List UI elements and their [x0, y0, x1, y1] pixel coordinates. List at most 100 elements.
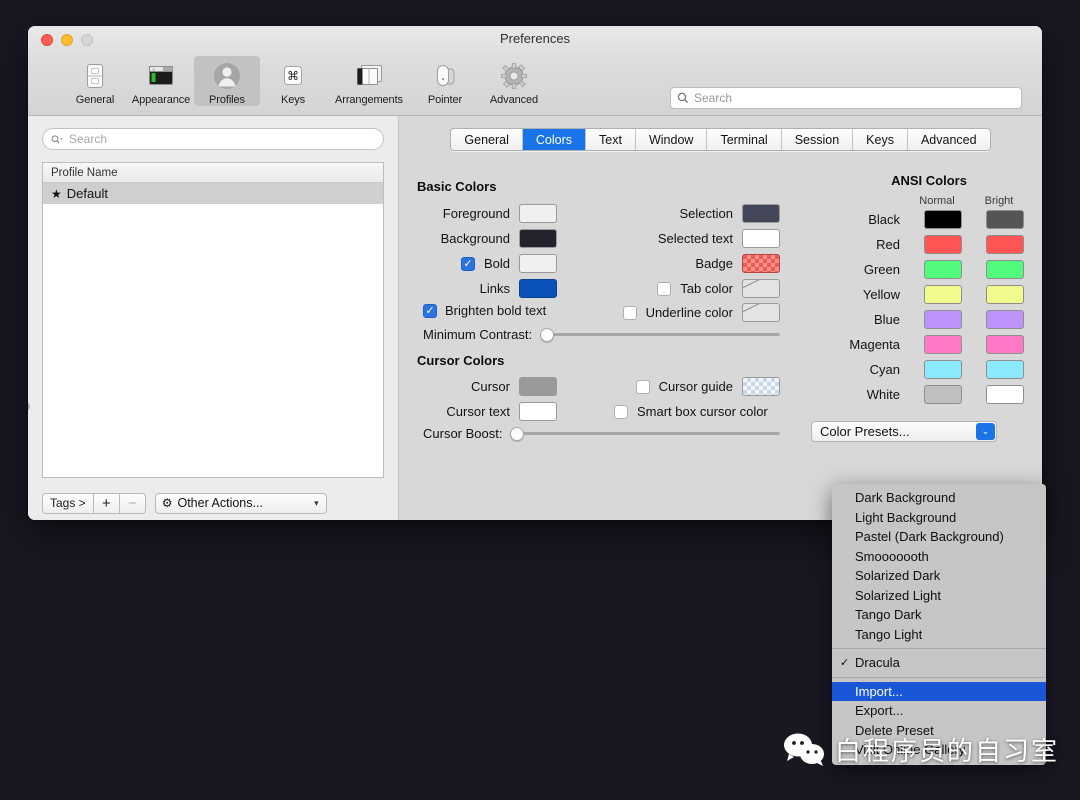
tab-text[interactable]: Text: [586, 129, 636, 150]
tab-color-checkbox[interactable]: [657, 281, 672, 296]
minimum-contrast-slider[interactable]: [540, 327, 780, 342]
slider-knob[interactable]: [540, 327, 555, 342]
selected-text-color-swatch[interactable]: [742, 229, 780, 248]
ansi-red-bright-swatch[interactable]: [986, 235, 1024, 254]
cursor-guide-label: Cursor guide: [658, 379, 733, 394]
menu-item-visit-online-gallery[interactable]: Visit Online Gallery: [832, 740, 1046, 760]
foreground-color-swatch[interactable]: [519, 204, 557, 223]
menu-item-pastel-dark-background[interactable]: Pastel (Dark Background): [832, 527, 1046, 547]
bold-checkbox[interactable]: [460, 256, 475, 271]
chevron-down-icon[interactable]: ⌄: [976, 423, 995, 440]
brighten-bold-text-checkbox[interactable]: [423, 303, 437, 318]
menu-item-tango-dark[interactable]: Tango Dark: [832, 605, 1046, 625]
toolbar-search-field[interactable]: Search: [670, 87, 1022, 109]
tab-keys[interactable]: Keys: [853, 129, 908, 150]
menu-item-dark-background[interactable]: Dark Background: [832, 488, 1046, 508]
smart-box-cursor-label: Smart box cursor color: [637, 404, 768, 419]
ansi-yellow-normal-swatch[interactable]: [924, 285, 962, 304]
ansi-red-normal-swatch[interactable]: [924, 235, 962, 254]
toolbar-item-profiles[interactable]: Profiles: [194, 56, 260, 106]
cursor-text-color-swatch[interactable]: [519, 402, 557, 421]
selection-color-swatch[interactable]: [742, 204, 780, 223]
slider-knob[interactable]: [510, 426, 525, 441]
ansi-black-bright-swatch[interactable]: [986, 210, 1024, 229]
ansi-row-blue: Blue: [834, 307, 1024, 332]
sidebar-splitter-handle[interactable]: [28, 402, 30, 411]
toolbar-item-advanced[interactable]: Advanced: [478, 56, 550, 106]
background-color-swatch[interactable]: [519, 229, 557, 248]
underline-color-swatch[interactable]: [742, 303, 780, 322]
ansi-white-normal-swatch[interactable]: [924, 385, 962, 404]
ansi-white-bright-swatch[interactable]: [986, 385, 1024, 404]
pointer-icon: [428, 59, 462, 93]
toolbar-label: Advanced: [489, 94, 539, 106]
toolbar-label: Keys: [280, 94, 306, 106]
menu-item-solarized-dark[interactable]: Solarized Dark: [832, 566, 1046, 586]
cursor-color-swatch[interactable]: [519, 377, 557, 396]
menu-item-label: Dracula: [855, 655, 900, 671]
ansi-magenta-bright-swatch[interactable]: [986, 335, 1024, 354]
tab-session[interactable]: Session: [781, 129, 854, 150]
badge-color-swatch[interactable]: [742, 254, 780, 273]
toolbar-label: Pointer: [427, 94, 463, 106]
smart-box-cursor-checkbox[interactable]: [614, 404, 628, 419]
cursor-label: Cursor: [470, 379, 510, 394]
ansi-blue-bright-swatch[interactable]: [986, 310, 1024, 329]
ansi-label: White: [866, 387, 900, 402]
profile-column-header[interactable]: Profile Name: [43, 163, 383, 183]
profile-search-input[interactable]: Search: [42, 128, 384, 150]
ansi-black-normal-swatch[interactable]: [924, 210, 962, 229]
ansi-cyan-normal-swatch[interactable]: [924, 360, 962, 379]
menu-item-smooooooth[interactable]: Smooooooth: [832, 547, 1046, 567]
toolbar-item-appearance[interactable]: × Appearance: [128, 56, 194, 106]
menu-item-export[interactable]: Export...: [832, 701, 1046, 721]
menu-item-label: Pastel (Dark Background): [855, 529, 1004, 545]
toolbar-item-keys[interactable]: ⌘ Keys: [260, 56, 326, 106]
selection-color-row: Selection: [612, 201, 780, 226]
other-actions-dropdown[interactable]: ⚙ Other Actions... ▾: [154, 492, 327, 514]
menu-item-light-background[interactable]: Light Background: [832, 508, 1046, 528]
menu-item-tango-light[interactable]: Tango Light: [832, 625, 1046, 645]
profile-row-default[interactable]: ★ Default: [43, 183, 383, 204]
color-presets-dropdown[interactable]: Color Presets... ⌄: [811, 421, 997, 442]
cursor-boost-row: Cursor Boost:: [423, 426, 780, 441]
bold-color-swatch[interactable]: [519, 254, 557, 273]
ansi-green-bright-swatch[interactable]: [986, 260, 1024, 279]
ansi-yellow-bright-swatch[interactable]: [986, 285, 1024, 304]
tab-advanced[interactable]: Advanced: [907, 129, 990, 150]
menu-item-delete-preset[interactable]: Delete Preset: [832, 721, 1046, 741]
ansi-cyan-bright-swatch[interactable]: [986, 360, 1024, 379]
toolbar-item-pointer[interactable]: Pointer: [412, 56, 478, 106]
cursor-boost-slider[interactable]: [510, 426, 780, 441]
cursor-text-color-row: Cursor text: [417, 399, 557, 424]
cursor-colors-heading: Cursor Colors: [417, 353, 505, 368]
tab-colors[interactable]: Colors: [522, 129, 587, 150]
menu-item-label: Tango Dark: [855, 607, 922, 623]
profile-list[interactable]: Profile Name ★ Default: [42, 162, 384, 478]
menu-item-solarized-light[interactable]: Solarized Light: [832, 586, 1046, 606]
general-icon: [78, 59, 112, 93]
tab-general[interactable]: General: [451, 129, 523, 150]
underline-color-checkbox[interactable]: [622, 305, 637, 320]
toolbar-item-general[interactable]: General: [62, 56, 128, 106]
cursor-color-row: Cursor: [417, 374, 557, 399]
tags-button[interactable]: Tags >: [42, 492, 94, 514]
tab-label: Terminal: [720, 132, 768, 147]
ansi-blue-normal-swatch[interactable]: [924, 310, 962, 329]
ansi-magenta-normal-swatch[interactable]: [924, 335, 962, 354]
tab-window[interactable]: Window: [635, 129, 708, 150]
menu-item-dracula[interactable]: ✓ Dracula: [832, 653, 1046, 673]
ansi-label: Cyan: [869, 362, 900, 377]
tab-label: General: [464, 132, 509, 147]
tab-label: Session: [794, 132, 840, 147]
ansi-green-normal-swatch[interactable]: [924, 260, 962, 279]
tab-terminal[interactable]: Terminal: [707, 129, 782, 150]
toolbar-item-arrangements[interactable]: Arrangements: [326, 56, 412, 106]
menu-item-label: Solarized Light: [855, 587, 941, 603]
cursor-guide-checkbox[interactable]: [635, 379, 650, 394]
menu-item-import[interactable]: Import...: [832, 681, 1046, 701]
links-color-swatch[interactable]: [519, 279, 557, 298]
cursor-guide-swatch[interactable]: [742, 377, 780, 396]
tab-color-swatch[interactable]: [742, 279, 780, 298]
add-profile-button[interactable]: +: [93, 492, 120, 514]
